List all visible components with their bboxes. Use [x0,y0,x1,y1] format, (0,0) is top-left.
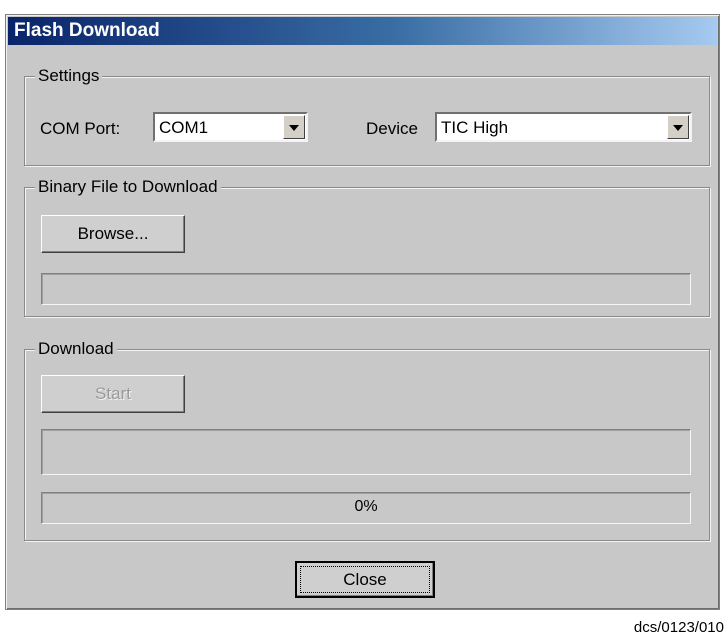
download-group: Download Start 0% [24,339,710,541]
close-button[interactable]: Close [295,561,435,598]
figure-caption: dcs/0123/010 [633,619,724,636]
start-button[interactable]: Start [41,375,185,413]
start-button-label: Start [95,384,131,403]
browse-button-label: Browse... [77,224,149,243]
progress-percent-text: 0% [354,498,378,515]
com-port-select[interactable]: COM1 [153,112,308,142]
binary-file-group: Binary File to Download Browse... [24,177,710,317]
device-value: TIC High [441,118,509,137]
download-legend: Download [35,339,117,359]
device-label: Device [366,119,418,138]
close-button-label: Close [343,570,387,589]
device-select[interactable]: TIC High [435,112,692,142]
com-port-label: COM Port: [40,119,121,138]
window-title: Flash Download [14,20,160,41]
file-path-field [41,273,691,305]
flash-download-window: Flash Download Settings COM Port: COM1 D… [5,14,720,610]
chevron-down-icon [289,125,299,131]
chevron-down-icon [673,125,683,131]
settings-group: Settings COM Port: COM1 Device TIC High [24,66,710,166]
device-dropdown-button[interactable] [667,115,689,139]
download-progress-bar: 0% [41,492,691,524]
title-bar: Flash Download [8,17,717,45]
com-port-dropdown-button[interactable] [283,115,305,139]
browse-button[interactable]: Browse... [41,215,185,253]
download-status-field [41,429,691,475]
com-port-value: COM1 [159,118,209,137]
settings-legend: Settings [35,66,103,86]
binary-file-legend: Binary File to Download [35,177,221,197]
